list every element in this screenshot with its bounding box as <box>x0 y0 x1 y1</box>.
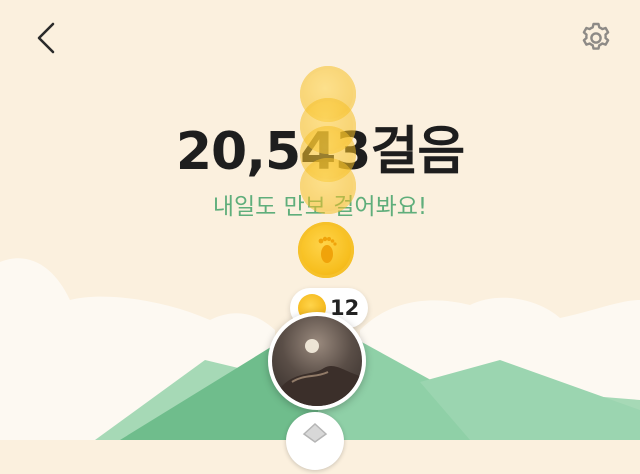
avatar-photo <box>272 339 360 406</box>
coin-footprint[interactable] <box>298 222 354 278</box>
avatar[interactable] <box>268 312 366 410</box>
next-stage-node[interactable] <box>286 412 344 470</box>
settings-button[interactable] <box>576 18 616 58</box>
coin-trail-4 <box>300 158 356 214</box>
gem-icon <box>302 422 328 443</box>
footprint-icon <box>318 236 337 263</box>
chevron-left-icon <box>37 22 55 54</box>
gear-icon <box>582 22 610 50</box>
back-button[interactable] <box>26 18 66 58</box>
